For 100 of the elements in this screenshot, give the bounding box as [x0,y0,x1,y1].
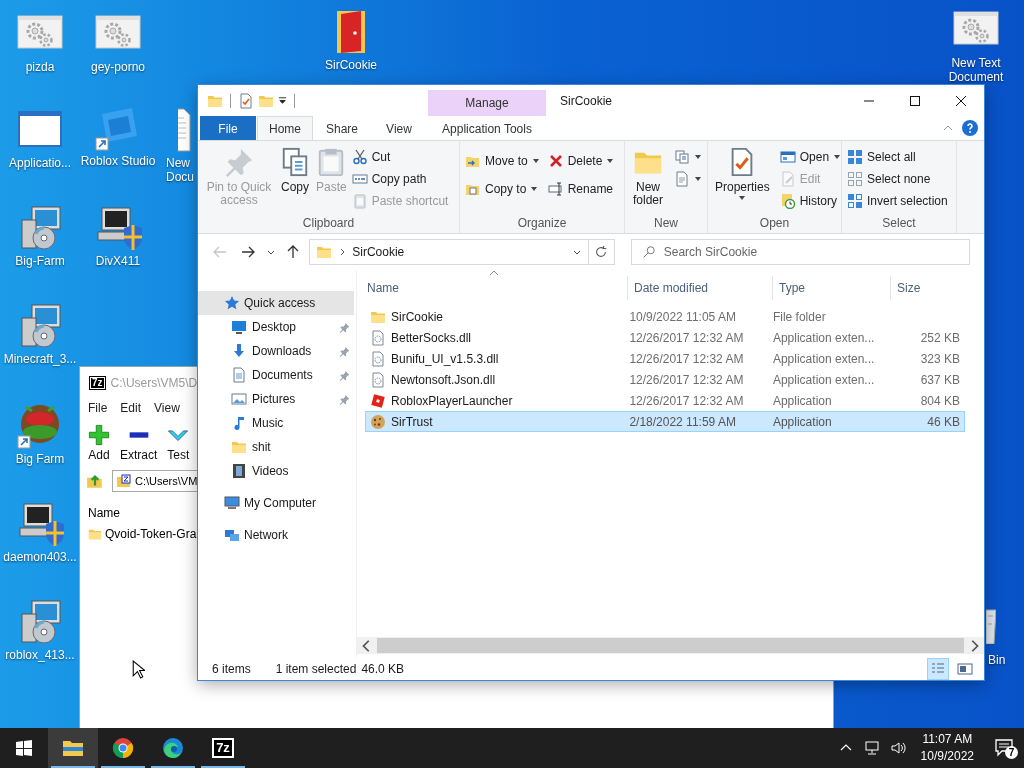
installer-shield-icon[interactable] [94,204,142,252]
ribbon-button[interactable]: Properties [711,144,774,216]
ribbon-button[interactable]: Select all [845,146,950,168]
breadcrumb[interactable]: SirCookie [352,245,405,259]
file-name: Newtonsoft.Json.dll [391,372,496,387]
search-icon [641,245,656,259]
notification-icon[interactable] [994,738,1014,758]
refresh-button[interactable] [588,239,615,265]
right-arrow-icon [239,244,256,260]
group-label: Open [759,216,790,232]
plus-icon [88,424,110,446]
clipboard-icon [351,193,368,209]
nav-item[interactable]: Pictures [198,387,354,411]
ribbon-button[interactable]: History [777,190,844,212]
column-header[interactable]: Date modified [634,276,709,300]
help-icon[interactable] [962,120,978,136]
menu-item[interactable]: View [154,401,180,415]
table-cell: 323 KB [920,351,960,366]
ribbon-button[interactable]: Rename [545,178,617,200]
ribbon-button[interactable]: Cut [349,146,451,168]
toolbar-button[interactable]: Extract [120,424,158,462]
gear-document-icon [370,329,386,346]
checklist-icon[interactable] [238,92,254,109]
ribbon-button[interactable]: Move to [463,150,542,172]
ribbon-button[interactable]: Select none [845,168,950,190]
picture-icon [957,660,973,677]
icon-label[interactable]: New Docu [166,156,198,184]
speaker-icon[interactable] [889,740,906,756]
ribbon-tab[interactable]: Home [257,116,313,140]
nav-item[interactable]: Music [198,411,354,435]
table-cell: 2/18/2022 11:59 AM [629,414,736,429]
ribbon-button[interactable]: Open [777,146,844,168]
ribbon-button[interactable]: New folder [628,144,668,216]
column-header[interactable]: Type [779,276,805,300]
address-bar[interactable]: SirCookie [309,239,589,265]
file-row[interactable]: Newtonsoft.Json.dll 12/26/2017 12:32 AM Application exten... 637 KB [365,369,965,390]
status-text: 46.0 KB [361,661,405,676]
column-header[interactable]: Name [367,276,399,300]
toolbar-button[interactable]: Add [88,424,110,462]
table-cell: Application [772,393,832,408]
icon-label[interactable]: New Text Document [936,56,1016,84]
ribbon-tab[interactable]: File [200,116,256,140]
file-row[interactable]: RobloxPlayerLauncher 12/26/2017 12:32 AM Application 804 KB [365,390,965,411]
ribbon-button[interactable]: Invert selection [845,190,950,212]
table-cell: Application exten... [772,351,875,366]
nav-item[interactable]: shit [198,435,354,459]
table-cell: Application exten... [772,330,875,345]
folder-icon [316,244,333,260]
notification-badge: 7 [1005,746,1018,759]
copy-icon [280,146,310,178]
table-cell: File folder [772,309,826,324]
maximize-icon [910,95,920,106]
nav-item[interactable]: Desktop [198,315,354,339]
file-name: Bunifu_UI_v1.5.3.dll [391,351,499,366]
ribbon-button[interactable]: Copy to [463,178,542,200]
chevron-right-icon[interactable] [338,248,347,256]
group-label: Clipboard [302,216,355,232]
taskbar-button[interactable]: 7z [198,728,248,768]
nav-item[interactable]: Documents [198,363,354,387]
file-name[interactable]: Qvoid-Token-Gra [105,527,197,541]
star-icon [224,295,240,311]
file-row[interactable]: SirCookie 10/9/2022 11:05 AM File folder [365,306,965,327]
ribbon-button[interactable]: Copy path [349,168,451,190]
file-row[interactable]: SirTrust 2/18/2022 11:59 AM Application 46 KB [365,411,965,432]
column-header[interactable]: Name [88,506,120,520]
menu-item[interactable]: File [88,401,108,415]
nav-item[interactable]: Videos [198,459,354,483]
grid-icon [847,171,863,187]
table-cell: 12/26/2017 12:32 AM [629,372,744,387]
ribbon-tab[interactable]: Application Tools [428,116,546,140]
path-bar-icon [351,171,368,187]
icon-label[interactable]: Bin [988,653,1006,667]
music-note-icon [231,415,247,431]
caret-icon[interactable] [278,96,287,105]
search-box[interactable]: Search SirCookie [630,239,970,265]
toolbar-button[interactable]: Test [167,424,190,462]
icon-label[interactable]: SirCookie [311,58,391,72]
search-field[interactable]: Search SirCookie [663,245,959,259]
nav-item[interactable]: Quick access [198,291,354,315]
clock[interactable]: 11:07 AM 10/9/2022 [910,728,984,768]
nav-item[interactable]: My Computer [198,491,354,515]
new-item-icon [674,149,690,165]
table-cell: 12/26/2017 12:32 AM [629,351,744,366]
menu-item[interactable]: Edit [120,401,142,415]
nav-item[interactable]: Downloads [198,339,354,363]
network-icon[interactable] [863,740,880,756]
nav-item[interactable]: Network [198,523,354,547]
file-row[interactable]: BetterSocks.dll 12/26/2017 12:32 AM Application exten... 252 KB [365,327,965,348]
browser-icon [111,736,135,760]
column-header[interactable]: Size [897,276,921,300]
file-row[interactable]: Bunifu_UI_v1.5.3.dll 12/26/2017 12:32 AM Application exten... 323 KB [365,348,965,369]
ribbon-button[interactable]: Copy [277,144,313,216]
installer-shield-icon[interactable] [16,500,64,548]
taskbar-button[interactable] [48,728,98,768]
ribbon-tab[interactable]: View [371,116,427,140]
horizontal-scrollbar[interactable] [357,637,984,654]
ribbon-tab[interactable]: Share [314,116,370,140]
ribbon-button[interactable]: Delete [545,150,617,172]
table-cell: 46 KB [927,414,960,429]
folder-up-icon[interactable] [86,472,104,490]
